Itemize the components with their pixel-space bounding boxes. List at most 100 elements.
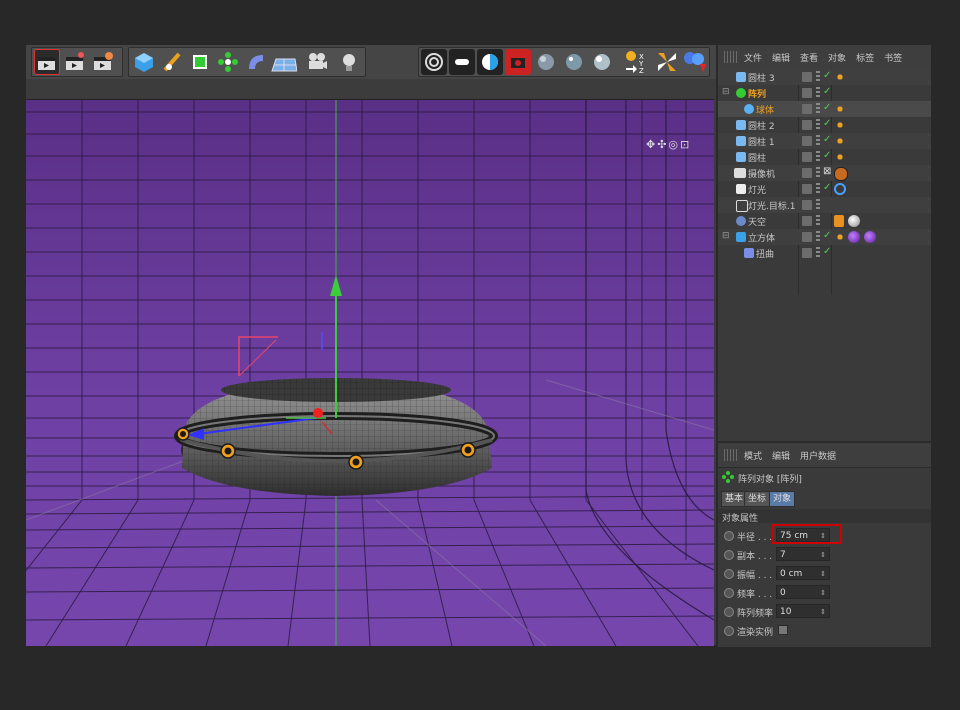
snapshot-camera-icon[interactable] [505,49,531,75]
gouraud-shading-icon[interactable] [449,49,475,75]
visibility-dots[interactable] [816,247,820,259]
visibility-dots[interactable] [816,231,820,243]
object-row-sphere[interactable]: 球体 ✓ [718,101,931,117]
menu-objects[interactable]: 对象 [828,51,846,64]
object-row-cube[interactable]: ⊟ 立方体 ✓ [718,229,931,245]
collapse-toggle-icon[interactable]: ⊟ [722,231,730,241]
compositing-tag-icon[interactable] [834,215,844,227]
phong-tag-icon[interactable] [834,135,846,147]
object-row-cylinder-2[interactable]: 圆柱 2 ✓ [718,117,931,133]
animate-radio-icon[interactable] [724,626,734,636]
move-xyz-icon[interactable]: XYZ [623,49,649,75]
enabled-check-icon[interactable]: ✓ [823,230,831,241]
display-mode-icon[interactable] [421,49,447,75]
enabled-check-icon[interactable]: ✓ [823,118,831,129]
layer-swatch[interactable] [802,232,812,242]
3d-viewport[interactable]: ✥✣◎⊡ [26,99,714,646]
menu-bookmarks[interactable]: 书签 [884,51,902,64]
layer-swatch[interactable] [802,248,812,258]
material-sphere-icon[interactable] [533,49,559,75]
contrast-icon[interactable] [477,49,503,75]
deformer-icon[interactable] [243,49,269,75]
no-entry-tag-icon[interactable] [834,167,848,181]
menu-user-data[interactable]: 用户数据 [800,449,836,462]
cube-icon[interactable] [131,49,157,75]
layer-swatch[interactable] [802,152,812,162]
purple-material-tag-icon[interactable] [864,231,876,243]
layer-swatch[interactable] [802,136,812,146]
object-row-cylinder-1[interactable]: 圆柱 1 ✓ [718,133,931,149]
layer-swatch[interactable] [802,88,812,98]
object-row-camera[interactable]: 摄像机 ⊠ [718,165,931,181]
render-instances-checkbox[interactable] [778,625,788,635]
object-row-cylinder-3[interactable]: 圆柱 3 ✓ [718,69,931,85]
layer-swatch[interactable] [802,216,812,226]
render-settings-icon[interactable] [90,49,116,75]
render-view-icon[interactable] [34,49,60,75]
phong-tag-icon[interactable] [834,71,846,83]
animate-radio-icon[interactable] [724,550,734,560]
visibility-dots[interactable] [816,215,820,227]
array-icon[interactable] [215,49,241,75]
animate-radio-icon[interactable] [724,531,734,541]
menu-file[interactable]: 文件 [744,51,762,64]
menu-edit[interactable]: 编辑 [772,449,790,462]
render-picture-icon[interactable] [62,49,88,75]
phong-tag-icon[interactable] [834,119,846,131]
spinner-icon[interactable]: ⇕ [820,548,826,562]
phong-tag-icon[interactable] [834,151,846,163]
menu-mode[interactable]: 模式 [744,449,762,462]
scale-arrows-icon[interactable] [654,49,680,75]
tab-coordinates[interactable]: 坐标 [744,491,771,507]
animate-radio-icon[interactable] [724,588,734,598]
checkerboard-icon[interactable]: ⊠ [823,166,831,177]
visibility-dots[interactable] [816,183,820,195]
materials-import-icon[interactable] [682,49,708,75]
animate-radio-icon[interactable] [724,607,734,617]
glass-sphere-icon[interactable] [561,49,587,75]
nurbs-icon[interactable] [187,49,213,75]
visibility-dots[interactable] [816,87,820,99]
amplitude-input[interactable]: 0 cm ⇕ [776,566,830,580]
visibility-dots[interactable] [816,135,820,147]
layer-swatch[interactable] [802,72,812,82]
target-tag-icon[interactable] [834,183,846,195]
menu-edit[interactable]: 编辑 [772,51,790,64]
phong-tag-icon[interactable] [834,231,846,243]
enabled-check-icon[interactable]: ✓ [823,246,831,257]
animate-radio-icon[interactable] [724,569,734,579]
layer-swatch[interactable] [802,104,812,114]
enabled-check-icon[interactable]: ✓ [823,70,831,81]
menu-view[interactable]: 查看 [800,51,818,64]
enabled-check-icon[interactable]: ✓ [823,134,831,145]
visibility-dots[interactable] [816,151,820,163]
collapse-toggle-icon[interactable]: ⊟ [722,87,730,97]
layer-swatch[interactable] [802,120,812,130]
camera-icon[interactable] [304,49,330,75]
floor-icon[interactable] [271,49,297,75]
enabled-check-icon[interactable]: ✓ [823,86,831,97]
purple-material-tag-icon[interactable] [848,231,860,243]
material-tag-icon[interactable] [848,215,860,227]
spinner-icon[interactable]: ⇕ [820,586,826,600]
object-row-cylinder[interactable]: 圆柱 ✓ [718,149,931,165]
reflect-sphere-icon[interactable] [589,49,615,75]
viewport-navigation-icons[interactable]: ✥✣◎⊡ [646,138,714,152]
visibility-dots[interactable] [816,167,820,179]
enabled-check-icon[interactable]: ✓ [823,102,831,113]
visibility-dots[interactable] [816,71,820,83]
layer-swatch[interactable] [802,200,812,210]
object-row-array[interactable]: ⊟ 阵列 ✓ [718,85,931,101]
array-frequency-input[interactable]: 10 ⇕ [776,604,830,618]
spinner-icon[interactable]: ⇕ [820,567,826,581]
panel-grip-icon[interactable] [724,449,738,461]
visibility-dots[interactable] [816,199,820,211]
visibility-dots[interactable] [816,119,820,131]
visibility-dots[interactable] [816,103,820,115]
object-row-sky[interactable]: 天空 [718,213,931,229]
phong-tag-icon[interactable] [834,103,846,115]
copies-input[interactable]: 7 ⇕ [776,547,830,561]
pen-spline-icon[interactable] [159,49,185,75]
spinner-icon[interactable]: ⇕ [820,605,826,619]
panel-grip-icon[interactable] [724,51,738,63]
